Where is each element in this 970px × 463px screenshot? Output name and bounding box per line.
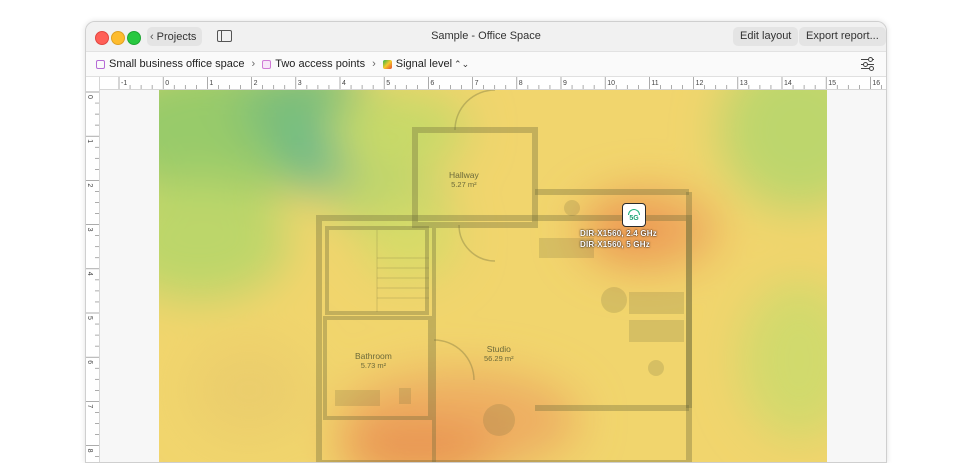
room-name: Bathroom [355,351,392,361]
edit-layout-button[interactable]: Edit layout [733,27,799,46]
access-point-marker[interactable]: 5G [622,203,646,227]
ruler-label: 2 [254,80,258,87]
heatmap[interactable]: Hallway 5.27 m² Studio 56.29 m² Bathroom… [159,90,827,462]
ruler-label: 3 [86,228,93,232]
export-report-button[interactable]: Export report... [799,27,886,46]
access-point-label: DIR-X1560, 2.4 GHz [580,229,657,238]
chevron-right-icon: › [372,58,376,70]
ruler-label: 0 [86,95,93,99]
ruler-label: 11 [651,80,658,87]
ruler-label: 2 [86,183,93,187]
ruler-label: 15 [828,80,836,87]
ruler-label: 0 [165,80,169,87]
breadcrumb-visualization-label: Signal level [395,58,453,70]
project-icon [96,59,105,69]
horizontal-ruler: -1 0 1 2 3 4 5 6 7 8 9 10 11 12 13 14 15 16 [99,77,886,90]
room-label-hallway: Hallway 5.27 m² [449,170,479,189]
access-point-band: 5G [629,214,639,222]
room-area: 5.27 m² [451,180,477,189]
room-label-bathroom: Bathroom 5.73 m² [355,351,392,370]
room-area: 5.73 m² [360,361,387,370]
ruler-label: 3 [298,80,302,87]
room-label-studio: Studio 56.29 m² [484,344,514,363]
ruler-label: 10 [607,80,615,87]
vertical-ruler: 0 1 2 3 4 5 6 7 8 [86,77,100,462]
title-bar: ‹ Projects Sample - Office Space Edit la… [86,22,886,52]
ruler-label: 4 [342,80,346,87]
layout-icon [262,59,272,69]
horizontal-ruler-ticks: -1 0 1 2 3 4 5 6 7 8 9 10 11 12 13 14 15 16 [118,77,882,89]
ruler-label: 6 [430,80,434,87]
ruler-label: 5 [86,316,93,320]
ruler-label: 12 [696,80,704,87]
ruler-label: 14 [784,80,792,87]
breadcrumb-visualization-select[interactable]: Signal level ⌃⌄ [382,58,470,70]
access-point-label: DIR-X1560, 5 GHz [580,240,650,249]
ruler-label: 1 [86,139,93,143]
ruler-label: 9 [563,80,567,87]
ruler-label: 13 [740,80,748,87]
breadcrumb-project[interactable]: Small business office space [96,58,245,70]
ruler-label: 7 [86,404,93,408]
ruler-label: 5 [386,80,390,87]
room-name: Studio [486,344,511,354]
breadcrumb-layout-label: Two access points [275,58,366,70]
chevron-right-icon: › [251,58,256,70]
updown-chevron-icon: ⌃⌄ [454,58,470,69]
breadcrumb-project-label: Small business office space [109,58,245,70]
app-window: ‹ Projects Sample - Office Space Edit la… [85,21,887,463]
ruler-label: 8 [519,80,523,87]
ruler-label: 1 [209,80,213,87]
vertical-ruler-ticks: 0 1 2 3 4 5 6 7 8 [86,91,99,457]
layout-canvas[interactable]: Hallway 5.27 m² Studio 56.29 m² Bathroom… [100,90,886,462]
ruler-label: 4 [86,272,93,276]
signal-heatmap [159,90,827,462]
breadcrumb-layout[interactable]: Two access points [262,58,365,70]
room-area: 56.29 m² [484,354,514,363]
settings-sliders-icon[interactable] [861,57,874,71]
ruler-label: 16 [872,80,880,87]
ruler-label: 7 [475,80,479,87]
ruler-label: -1 [121,80,127,87]
ruler-label: 6 [86,360,93,364]
breadcrumb: Small business office space › Two access… [86,52,886,77]
room-name: Hallway [449,170,479,180]
signal-level-icon [382,59,392,69]
ruler-label: 8 [86,449,93,453]
